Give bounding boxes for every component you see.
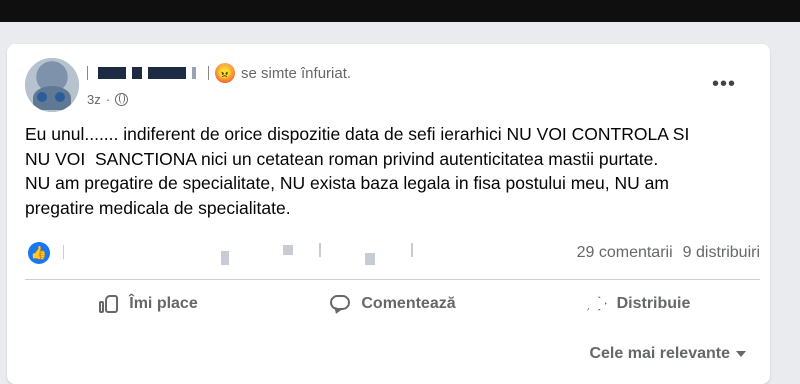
- thumbs-up-icon: [97, 293, 121, 315]
- divider: [25, 279, 760, 280]
- action-bar: Îmi place Comentează Distribuie: [25, 284, 760, 324]
- globe-icon[interactable]: [115, 92, 129, 106]
- angry-face-icon: 😠: [215, 63, 235, 83]
- feeling-text[interactable]: se simte înfuriat.: [241, 65, 351, 82]
- redacted-reactors: [283, 245, 293, 255]
- comments-count[interactable]: 29 comentarii: [577, 244, 673, 262]
- redacted-name: [132, 67, 142, 79]
- avatar[interactable]: [25, 58, 79, 112]
- like-reaction-icon[interactable]: 👍: [28, 242, 50, 264]
- more-options-icon[interactable]: •••: [712, 74, 736, 94]
- redacted-reactors: [221, 251, 229, 265]
- share-arrow-icon: [585, 293, 609, 315]
- comment-sort-dropdown[interactable]: Cele mai relevante: [589, 345, 746, 363]
- engagement-counts: 29 comentarii 9 distribuiri: [577, 244, 760, 262]
- chevron-down-icon: [736, 351, 746, 357]
- sort-label: Cele mai relevante: [589, 345, 730, 362]
- reaction-summary: 👍 29 comentarii 9 distribuiri: [25, 241, 760, 267]
- post-text: Eu unul....... indiferent de orice dispo…: [25, 124, 690, 218]
- post-time[interactable]: 3z: [87, 92, 101, 107]
- redacted-reactors: [365, 253, 375, 265]
- redacted-reactors: [319, 243, 321, 257]
- redacted-reactors: [63, 245, 64, 259]
- post-card: 😠 se simte înfuriat. 3z · ••• Eu unul...…: [7, 44, 770, 384]
- redacted-name-separator: [208, 66, 209, 80]
- comment-bubble-icon: [329, 293, 353, 315]
- like-button[interactable]: Îmi place: [25, 284, 270, 324]
- meta-separator: ·: [105, 91, 111, 107]
- like-label: Îmi place: [129, 295, 198, 312]
- redacted-name: [192, 67, 196, 79]
- redacted-reactors: [411, 243, 413, 257]
- shares-count[interactable]: 9 distribuiri: [683, 244, 760, 262]
- top-dark-bar: [0, 0, 800, 22]
- post-meta: 3z ·: [87, 90, 129, 108]
- redacted-name[interactable]: [98, 67, 126, 79]
- comment-button[interactable]: Comentează: [270, 284, 515, 324]
- redacted-name-separator: [87, 66, 88, 80]
- share-label: Distribuie: [616, 295, 691, 312]
- post-header: 😠 se simte înfuriat.: [87, 62, 351, 84]
- comment-label: Comentează: [361, 295, 456, 312]
- redacted-name: [148, 67, 186, 79]
- share-button[interactable]: Distribuie: [515, 284, 760, 324]
